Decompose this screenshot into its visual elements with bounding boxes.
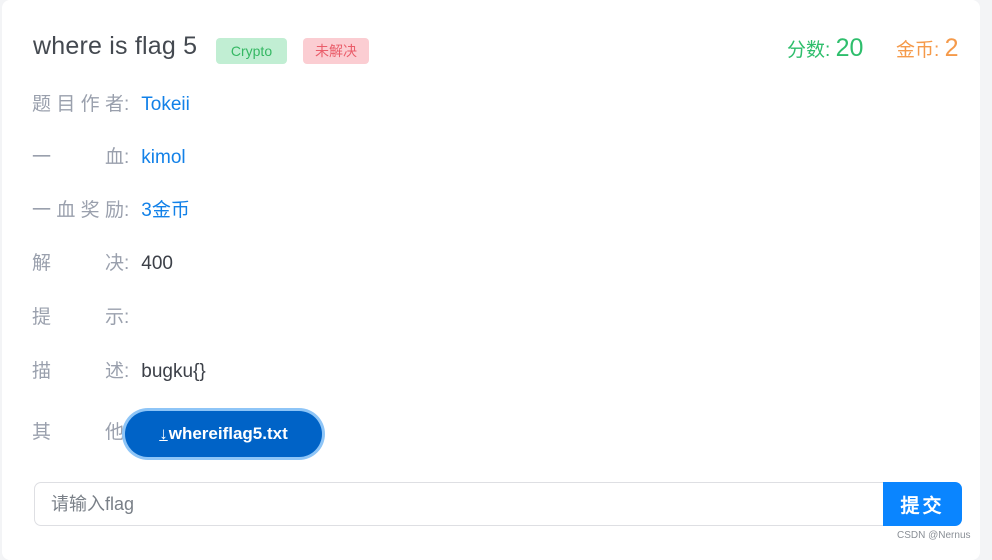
description-value: bugku{} (141, 361, 206, 382)
detail-label: 一血奖励 (32, 200, 124, 221)
solves-value: 400 (141, 253, 173, 274)
challenge-card: where is flag 5 Crypto 未解决 分数: 20 金币: 2 … (2, 0, 980, 560)
coins-label: 金币: (896, 40, 940, 61)
status-badge: 未解决 (303, 38, 369, 64)
score-value: 20 (835, 34, 864, 62)
download-attachment-button[interactable]: ↓whereiflag5.txt (125, 411, 322, 457)
detail-row-description: 描述: bugku{} (32, 361, 206, 382)
first-blood-link[interactable]: kimol (141, 146, 185, 170)
detail-label: 一血 (32, 147, 124, 168)
first-blood-reward-value: 3金币 (141, 200, 190, 221)
detail-row-hint: 提示: (32, 307, 130, 328)
author-link[interactable]: Tokeii (141, 93, 190, 117)
attachment-filename: whereiflag5.txt (168, 424, 288, 443)
detail-label: 解决 (32, 253, 124, 274)
detail-row-first-blood-reward: 一血奖励: 3金币 (32, 200, 190, 221)
score-label: 分数: (787, 40, 831, 61)
detail-label: 题目作者 (32, 94, 124, 115)
detail-label: 描述 (32, 361, 124, 382)
watermark: CSDN @Nernus (897, 530, 971, 541)
detail-row-solves: 解决: 400 (32, 253, 173, 274)
download-arrow-icon: ↓ (159, 424, 168, 443)
coins-stat: 金币: 2 (896, 34, 958, 63)
challenge-title: where is flag 5 (33, 32, 198, 60)
coins-value: 2 (944, 34, 959, 62)
detail-row-author: 题目作者: Tokeii (32, 93, 190, 117)
submit-flag-button[interactable]: 提交 (883, 482, 962, 526)
flag-input[interactable] (34, 482, 884, 526)
detail-row-first-blood: 一血: kimol (32, 146, 186, 170)
detail-row-other: 其他: (32, 421, 134, 445)
detail-label: 提示 (32, 307, 124, 328)
detail-label: 其他 (32, 422, 124, 443)
score-stat: 分数: 20 (787, 34, 863, 63)
category-badge: Crypto (216, 38, 287, 64)
